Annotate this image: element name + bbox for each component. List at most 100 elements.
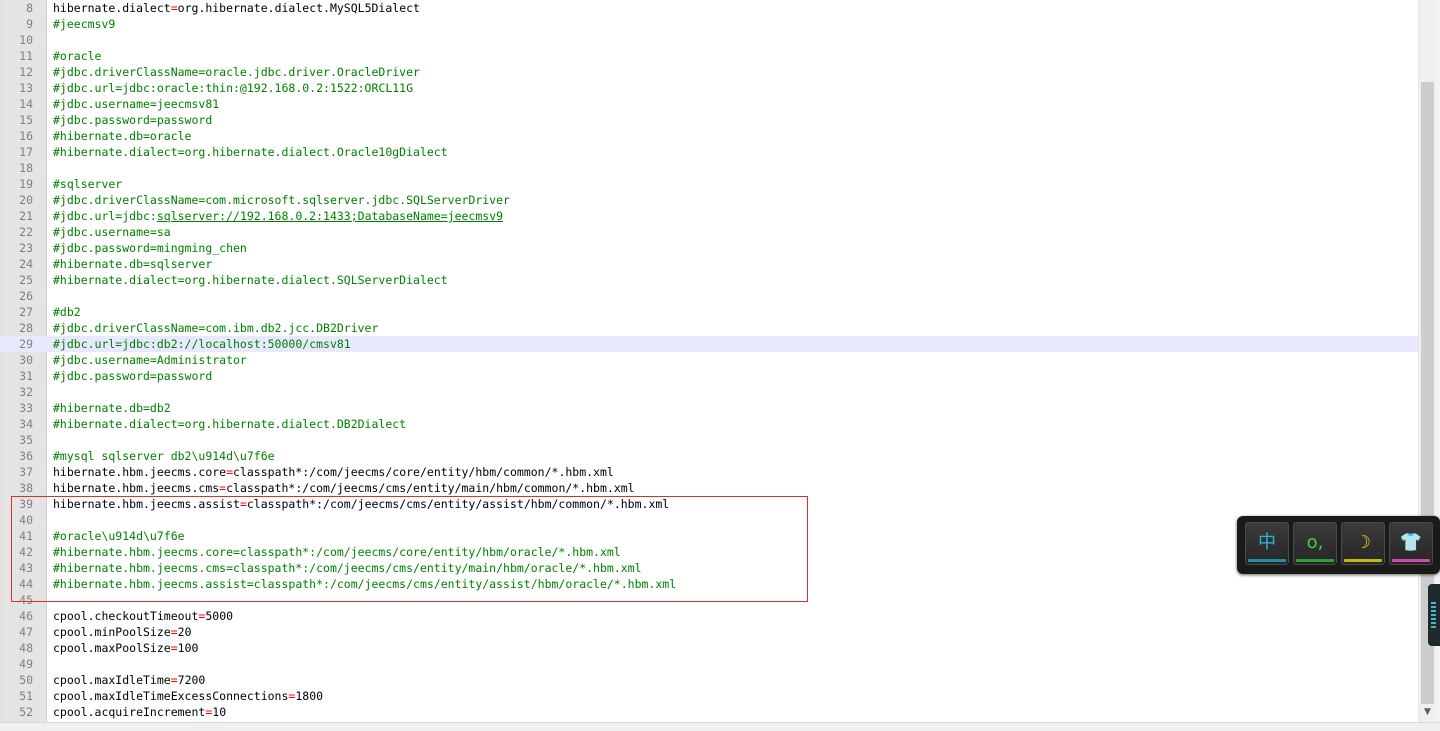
line-text: cpool.acquireIncrement=10 xyxy=(53,704,226,720)
comment-token: #jdbc.password=password xyxy=(53,369,213,383)
code-line[interactable]: 33 #hibernate.db=db2 xyxy=(0,400,1418,416)
code-line[interactable]: 10 xyxy=(0,32,1418,48)
line-number: 12 xyxy=(19,65,33,79)
line-number: 17 xyxy=(19,145,33,159)
code-line[interactable]: 52 cpool.acquireIncrement=10 xyxy=(0,704,1418,720)
ime-toolbar[interactable]: 中 o, ☽ 👕 xyxy=(1237,516,1440,574)
line-text: #jdbc.driverClassName=com.ibm.db2.jcc.DB… xyxy=(53,320,378,336)
line-text: #jdbc.driverClassName=oracle.jdbc.driver… xyxy=(53,64,420,80)
key-token: cpool.checkoutTimeout xyxy=(53,609,199,623)
line-text: #jdbc.url=jdbc:sqlserver://192.168.0.2:1… xyxy=(53,208,503,224)
key-token: hibernate.hbm.jeecms.cms xyxy=(53,481,220,495)
line-text: #hibernate.db=sqlserver xyxy=(53,256,212,272)
code-line[interactable]: 29 #jdbc.url=jdbc:db2://localhost:50000/c… xyxy=(0,336,1418,352)
ime-chinese-mode-button[interactable]: 中 xyxy=(1245,522,1289,565)
line-text: #jdbc.username=sa xyxy=(53,224,171,240)
line-number: 35 xyxy=(19,433,33,447)
line-text: #hibernate.dialect=org.hibernate.dialect… xyxy=(53,272,448,288)
operator-token: = xyxy=(170,625,178,639)
link-token[interactable]: sqlserver://192.168.0.2:1433;DatabaseNam… xyxy=(157,209,503,223)
line-text: hibernate.hbm.jeecms.core=classpath*:/co… xyxy=(53,464,614,480)
ime-skin-shirt-button[interactable]: 👕 xyxy=(1389,522,1433,565)
code-line[interactable]: 28 #jdbc.driverClassName=com.ibm.db2.jcc.… xyxy=(0,320,1418,336)
code-line[interactable]: 38 hibernate.hbm.jeecms.cms=classpath*:/c… xyxy=(0,480,1418,496)
line-number: 46 xyxy=(19,609,33,623)
code-line[interactable]: 8 hibernate.dialect=org.hibernate.dialect… xyxy=(0,0,1418,16)
code-line[interactable]: 37 hibernate.hbm.jeecms.core=classpath*:/… xyxy=(0,464,1418,480)
line-number: 26 xyxy=(19,289,33,303)
line-number: 49 xyxy=(19,657,33,671)
comment-token: #jdbc.password=password xyxy=(53,113,213,127)
comment-token: #jdbc.password=mingming_chen xyxy=(53,241,247,255)
line-number: 34 xyxy=(19,417,33,431)
comment-token: #oracle xyxy=(53,49,102,63)
code-line[interactable]: 50 cpool.maxIdleTime=7200 xyxy=(0,672,1418,688)
code-line[interactable]: 20 #jdbc.driverClassName=com.microsoft.sq… xyxy=(0,192,1418,208)
code-line[interactable]: 34 #hibernate.dialect=org.hibernate.diale… xyxy=(0,416,1418,432)
code-line[interactable]: 17 #hibernate.dialect=org.hibernate.diale… xyxy=(0,144,1418,160)
value-token: 1800 xyxy=(295,689,324,703)
code-line[interactable]: 21 #jdbc.url=jdbc:sqlserver://192.168.0.2… xyxy=(0,208,1418,224)
code-line[interactable]: 22 #jdbc.username=sa xyxy=(0,224,1418,240)
line-number: 28 xyxy=(19,321,33,335)
annotation-highlight-box xyxy=(11,496,808,602)
code-line[interactable]: 11 #oracle xyxy=(0,48,1418,64)
comment-token: #jdbc.driverClassName=com.ibm.db2.jcc.DB… xyxy=(53,321,379,335)
line-number: 37 xyxy=(19,465,33,479)
line-number: 27 xyxy=(19,305,33,319)
value-token: 100 xyxy=(177,641,199,655)
key-token: cpool.maxIdleTime xyxy=(53,673,171,687)
comment-token: #hibernate.dialect=org.hibernate.dialect… xyxy=(53,417,407,431)
code-line[interactable]: 26 xyxy=(0,288,1418,304)
code-line[interactable]: 14 #jdbc.username=jeecmsv81 xyxy=(0,96,1418,112)
ime-punctuation-icon: o, xyxy=(1306,532,1324,553)
comment-token: #db2 xyxy=(53,305,81,319)
code-line[interactable]: 30 #jdbc.username=Administrator xyxy=(0,352,1418,368)
comment-token: #jdbc.url=jdbc:oracle:thin:@192.168.0.2:… xyxy=(53,81,414,95)
line-text: #jdbc.username=jeecmsv81 xyxy=(53,96,219,112)
ime-button-underline xyxy=(1392,559,1430,562)
code-line[interactable]: 9 #jeecmsv9 xyxy=(0,16,1418,32)
code-line[interactable]: 13 #jdbc.url=jdbc:oracle:thin:@192.168.0.… xyxy=(0,80,1418,96)
line-text: #oracle xyxy=(53,48,101,64)
comment-token: #jdbc.username=Administrator xyxy=(53,353,247,367)
code-line[interactable]: 32 xyxy=(0,384,1418,400)
operator-token: = xyxy=(170,1,178,15)
code-line[interactable]: 16 #hibernate.db=oracle xyxy=(0,128,1418,144)
code-line[interactable]: 12 #jdbc.driverClassName=oracle.jdbc.driv… xyxy=(0,64,1418,80)
ime-punctuation-button[interactable]: o, xyxy=(1293,522,1337,565)
line-text: #jdbc.password=password xyxy=(53,112,212,128)
code-line[interactable]: 51 cpool.maxIdleTimeExcessConnections=180… xyxy=(0,688,1418,704)
line-number: 14 xyxy=(19,97,33,111)
code-line[interactable]: 27 #db2 xyxy=(0,304,1418,320)
value-token: classpath*:/com/jeecms/core/entity/hbm/c… xyxy=(233,465,614,479)
ime-chinese-mode-icon: 中 xyxy=(1258,532,1276,553)
code-line[interactable]: 24 #hibernate.db=sqlserver xyxy=(0,256,1418,272)
line-number: 33 xyxy=(19,401,33,415)
code-line[interactable]: 18 xyxy=(0,160,1418,176)
code-line[interactable]: 47 cpool.minPoolSize=20 xyxy=(0,624,1418,640)
comment-token: #jdbc.username=jeecmsv81 xyxy=(53,97,220,111)
ime-halfwidth-moon-button[interactable]: ☽ xyxy=(1341,522,1385,565)
code-line[interactable]: 49 xyxy=(0,656,1418,672)
code-line[interactable]: 25 #hibernate.dialect=org.hibernate.diale… xyxy=(0,272,1418,288)
chevron-down-icon[interactable]: ▼ xyxy=(1422,706,1433,718)
code-line[interactable]: 31 #jdbc.password=password xyxy=(0,368,1418,384)
ime-side-handle[interactable] xyxy=(1428,584,1440,646)
code-line[interactable]: 48 cpool.maxPoolSize=100 xyxy=(0,640,1418,656)
text-editor[interactable]: 8 hibernate.dialect=org.hibernate.dialect… xyxy=(0,0,1440,731)
line-text: #sqlserver xyxy=(53,176,122,192)
line-text: #jdbc.url=jdbc:db2://localhost:50000/cms… xyxy=(53,336,351,352)
code-line[interactable]: 15 #jdbc.password=password xyxy=(0,112,1418,128)
line-number: 19 xyxy=(19,177,33,191)
line-number: 38 xyxy=(19,481,33,495)
code-line[interactable]: 23 #jdbc.password=mingming_chen xyxy=(0,240,1418,256)
code-line[interactable]: 35 xyxy=(0,432,1418,448)
code-line[interactable]: 46 cpool.checkoutTimeout=5000 xyxy=(0,608,1418,624)
code-line[interactable]: 19 #sqlserver xyxy=(0,176,1418,192)
line-number: 52 xyxy=(19,705,33,719)
code-line[interactable]: 36 #mysql sqlserver db2\u914d\u7f6e xyxy=(0,448,1418,464)
comment-token: #hibernate.dialect=org.hibernate.dialect… xyxy=(53,273,448,287)
comment-token: #jdbc.url=jdbc:db2://localhost:50000/cms… xyxy=(53,337,351,351)
line-text: #hibernate.dialect=org.hibernate.dialect… xyxy=(53,144,448,160)
